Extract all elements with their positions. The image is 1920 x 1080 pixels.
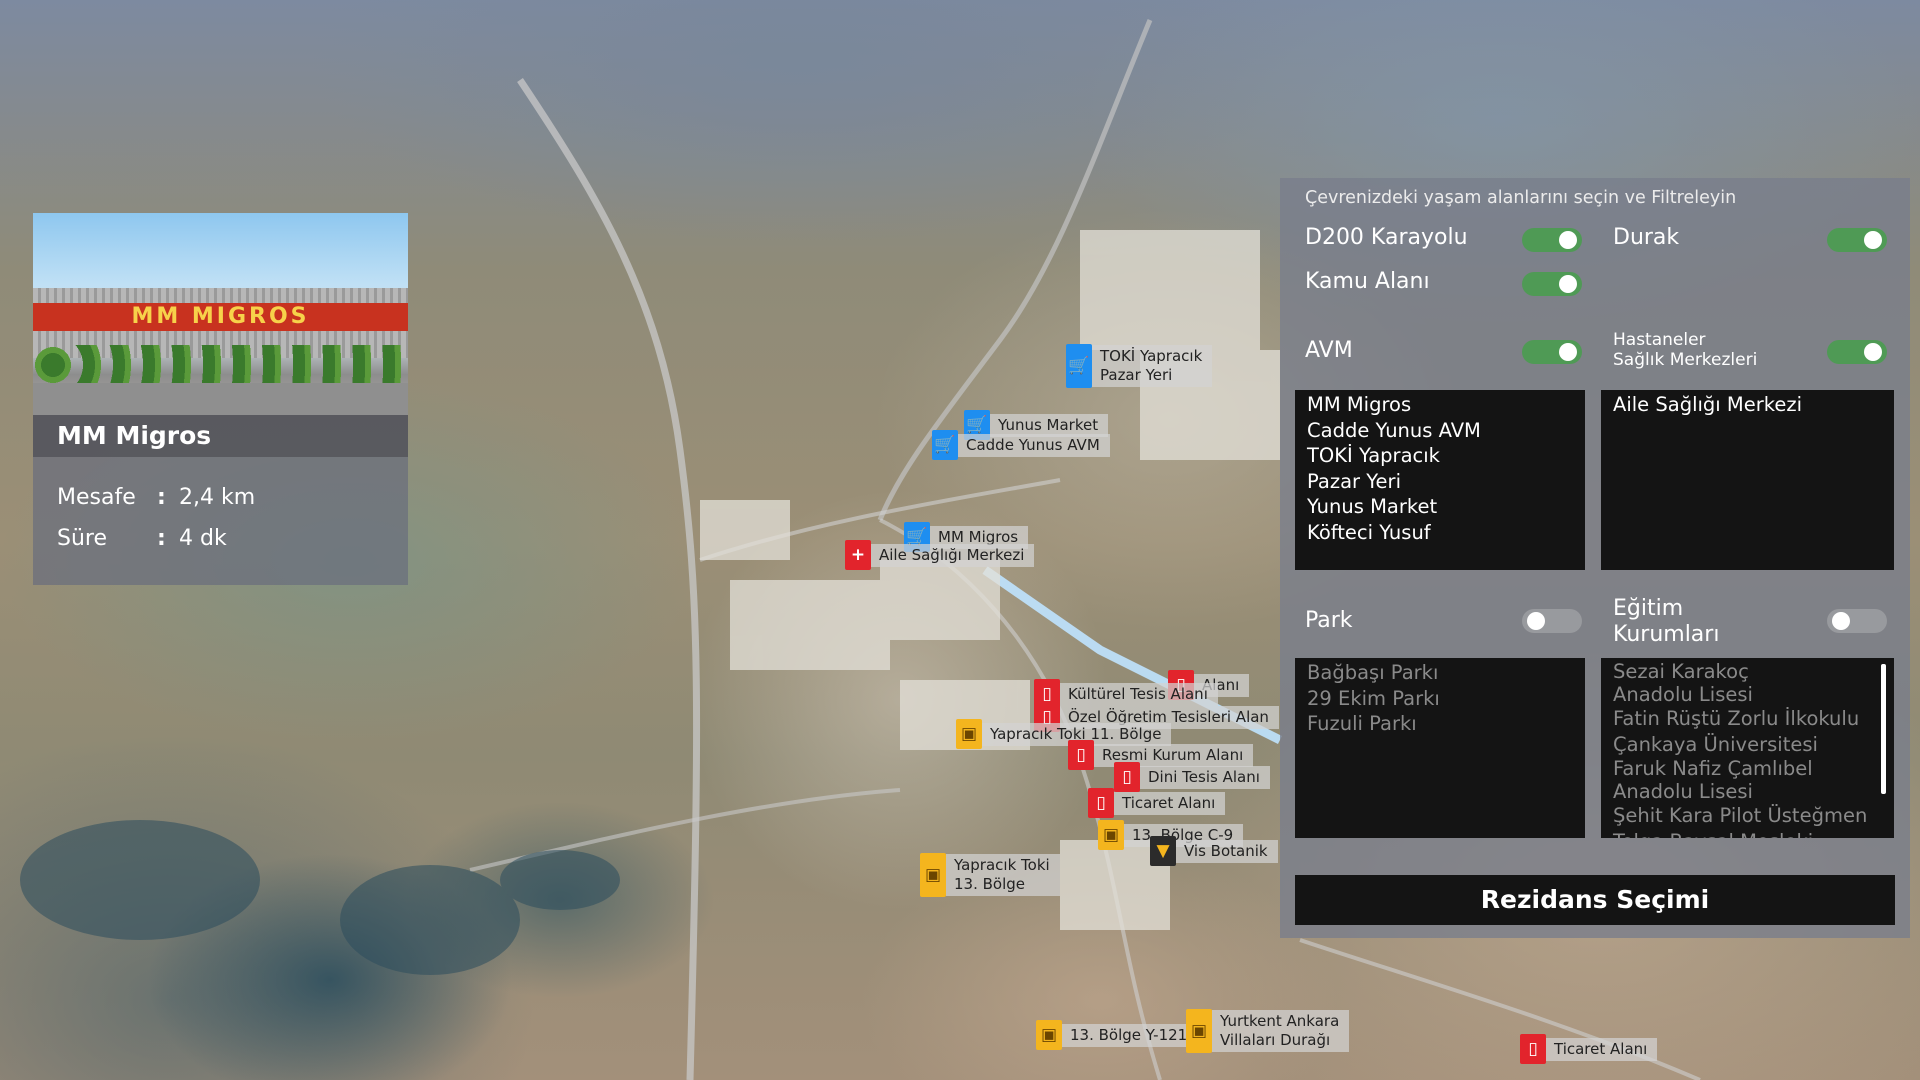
- hastane-label-line1: Hastaneler: [1613, 330, 1706, 350]
- marker-label: Aile Sağlığı Merkezi: [871, 543, 1035, 567]
- map-icon: ▯: [1088, 788, 1114, 818]
- marker-label: Cadde Yunus AVM: [958, 433, 1110, 457]
- list-item[interactable]: Sezai Karakoç: [1613, 660, 1882, 683]
- d200-label: D200 Karayolu: [1305, 225, 1468, 250]
- map-marker[interactable]: ▣ Yurtkent Ankara Villaları Durağı: [1186, 1009, 1350, 1053]
- photo-sign: MM MIGROS: [33, 303, 408, 331]
- marker-label: 13. Bölge Y-121: [1062, 1023, 1198, 1047]
- list-item[interactable]: Faruk Nafiz Çamlıbel: [1613, 757, 1882, 780]
- map-marker[interactable]: ▼ Vis Botanik: [1150, 836, 1278, 866]
- distance-label: Mesafe: [57, 485, 136, 510]
- list-item[interactable]: Tolga Baysal Mesleki: [1613, 829, 1882, 839]
- scrollbar[interactable]: [1881, 664, 1886, 794]
- duration-value: 4 dk: [179, 526, 227, 551]
- park-icon: ▼: [1150, 836, 1176, 866]
- bus-icon: ▣: [956, 719, 982, 749]
- avm-label: AVM: [1305, 338, 1353, 363]
- map-marker[interactable]: ▯ Ticaret Alanı: [1088, 788, 1226, 818]
- marker-label: Yapracık Toki 13. Bölge: [946, 854, 1060, 896]
- egitim-label: Eğitim Kurumları: [1613, 596, 1719, 648]
- park-list[interactable]: Bağbaşı Parkı 29 Ekim Parkı Fuzuli Parkı: [1295, 658, 1585, 838]
- photo-road: [33, 383, 408, 415]
- egitim-label-line1: Eğitim: [1613, 596, 1684, 621]
- location-info-card: MM MIGROS MM Migros Mesafe : 2,4 km Süre…: [33, 213, 408, 585]
- cart-icon: 🛒: [932, 430, 958, 460]
- list-item[interactable]: Pazar Yeri: [1307, 469, 1573, 495]
- bus-icon: ▣: [1186, 1009, 1212, 1053]
- duration-label: Süre: [57, 526, 108, 551]
- list-item[interactable]: Cadde Yunus AVM: [1307, 418, 1573, 444]
- marker-label: Ticaret Alanı: [1114, 791, 1226, 815]
- park-label: Park: [1305, 608, 1353, 633]
- list-item[interactable]: 29 Ekim Parkı: [1307, 686, 1573, 712]
- egitim-list[interactable]: Sezai Karakoç Anadolu Lisesi Fatin Rüştü…: [1601, 658, 1894, 838]
- separator: :: [157, 526, 166, 551]
- toggle-knob: [1559, 275, 1577, 293]
- map-icon: ▯: [1520, 1034, 1546, 1064]
- list-item[interactable]: Şehit Kara Pilot Üsteğmen: [1613, 803, 1882, 829]
- durak-toggle[interactable]: [1827, 228, 1887, 252]
- location-photo: MM MIGROS: [33, 213, 408, 415]
- park-toggle[interactable]: [1522, 609, 1582, 633]
- marker-label: Dini Tesis Alanı: [1140, 765, 1270, 789]
- marker-label: Ticaret Alanı: [1546, 1037, 1658, 1061]
- residence-selection-button[interactable]: Rezidans Seçimi: [1295, 875, 1895, 925]
- panel-subtitle: Çevrenizdeki yaşam alanlarını seçin ve F…: [1305, 188, 1737, 208]
- bus-icon: ▣: [1036, 1020, 1062, 1050]
- list-item[interactable]: Çankaya Üniversitesi: [1613, 732, 1882, 758]
- toggle-knob: [1864, 231, 1882, 249]
- egitim-label-line2: Kurumları: [1613, 622, 1720, 647]
- distance-row: Mesafe : 2,4 km: [57, 485, 255, 510]
- avm-toggle[interactable]: [1522, 340, 1582, 364]
- marker-label: Yurtkent Ankara Villaları Durağı: [1212, 1010, 1350, 1052]
- hospital-icon: +: [845, 540, 871, 570]
- list-item[interactable]: Anadolu Lisesi: [1613, 780, 1882, 803]
- d200-toggle[interactable]: [1522, 228, 1582, 252]
- list-item[interactable]: Bağbaşı Parkı: [1307, 660, 1573, 686]
- toggle-knob: [1559, 343, 1577, 361]
- map-marker[interactable]: ▣ Yapracık Toki 13. Bölge: [920, 853, 1060, 897]
- list-item[interactable]: Fatin Rüştü Zorlu İlkokulu: [1613, 706, 1882, 732]
- list-item[interactable]: TOKİ Yapracık: [1307, 443, 1573, 469]
- bus-icon: ▣: [1098, 820, 1124, 850]
- list-item[interactable]: MM Migros: [1307, 392, 1573, 418]
- map-marker[interactable]: 🛒 TOKİ Yapracık Pazar Yeri: [1066, 344, 1213, 388]
- map-marker[interactable]: ▣ 13. Bölge Y-121: [1036, 1020, 1198, 1050]
- hastane-label: Hastaneler Sağlık Merkezleri: [1613, 330, 1757, 370]
- kamu-toggle[interactable]: [1522, 272, 1582, 296]
- bus-icon: ▣: [920, 853, 946, 897]
- marker-label: Vis Botanik: [1176, 839, 1278, 863]
- marker-label: TOKİ Yapracık Pazar Yeri: [1092, 345, 1213, 387]
- avm-list[interactable]: MM Migros Cadde Yunus AVM TOKİ Yapracık …: [1295, 390, 1585, 570]
- egitim-toggle[interactable]: [1827, 609, 1887, 633]
- map-marker[interactable]: ▯ Ticaret Alanı: [1520, 1034, 1658, 1064]
- durak-label: Durak: [1613, 225, 1680, 250]
- toggle-knob: [1527, 612, 1545, 630]
- toggle-knob: [1864, 343, 1882, 361]
- hastane-label-line2: Sağlık Merkezleri: [1613, 350, 1758, 370]
- map-marker[interactable]: + Aile Sağlığı Merkezi: [845, 540, 1035, 570]
- map-icon: ▯: [1068, 740, 1094, 770]
- map-marker[interactable]: 🛒 Cadde Yunus AVM: [932, 430, 1110, 460]
- separator: :: [157, 485, 166, 510]
- list-item[interactable]: Yunus Market: [1307, 494, 1573, 520]
- location-title: MM Migros: [33, 415, 408, 457]
- toggle-knob: [1832, 612, 1850, 630]
- filter-panel: Çevrenizdeki yaşam alanlarını seçin ve F…: [1280, 178, 1910, 938]
- duration-row: Süre : 4 dk: [57, 526, 227, 551]
- list-item[interactable]: Fuzuli Parkı: [1307, 711, 1573, 737]
- distance-value: 2,4 km: [179, 485, 256, 510]
- hastane-list[interactable]: Aile Sağlığı Merkezi: [1601, 390, 1894, 570]
- list-item[interactable]: Köfteci Yusuf: [1307, 520, 1573, 546]
- cart-icon: 🛒: [1066, 344, 1092, 388]
- photo-trees: [33, 345, 408, 385]
- kamu-label: Kamu Alanı: [1305, 269, 1430, 294]
- list-item[interactable]: Anadolu Lisesi: [1613, 683, 1882, 706]
- list-item[interactable]: Aile Sağlığı Merkezi: [1613, 392, 1882, 418]
- hastane-toggle[interactable]: [1827, 340, 1887, 364]
- toggle-knob: [1559, 231, 1577, 249]
